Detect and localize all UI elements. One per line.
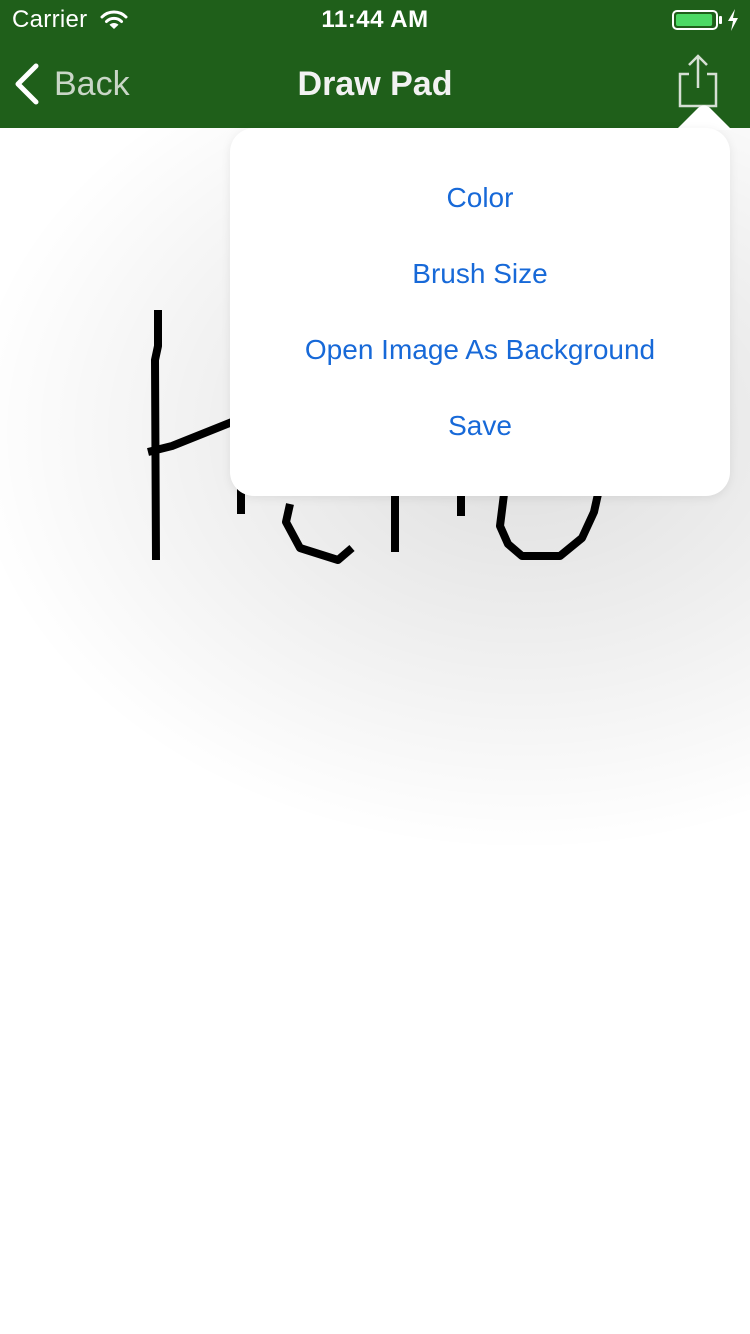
- menu-item-color[interactable]: Color: [230, 170, 730, 226]
- back-button[interactable]: Back: [10, 56, 130, 112]
- back-label: Back: [54, 65, 130, 103]
- options-popover-menu: Color Brush Size Open Image As Backgroun…: [230, 128, 730, 496]
- chevron-left-icon: [10, 62, 44, 106]
- status-time: 11:44 AM: [321, 6, 429, 33]
- battery-icon: [672, 10, 724, 30]
- status-bar: Carrier 11:44 AM: [0, 0, 750, 40]
- menu-item-save[interactable]: Save: [230, 398, 730, 454]
- navigation-area: Carrier 11:44 AM Back Draw Pad: [0, 0, 750, 128]
- charging-bolt-icon: [726, 8, 740, 32]
- menu-item-brush-size[interactable]: Brush Size: [230, 246, 730, 302]
- popover-arrow: [676, 105, 732, 130]
- menu-item-open-image-as-background[interactable]: Open Image As Background: [230, 322, 730, 378]
